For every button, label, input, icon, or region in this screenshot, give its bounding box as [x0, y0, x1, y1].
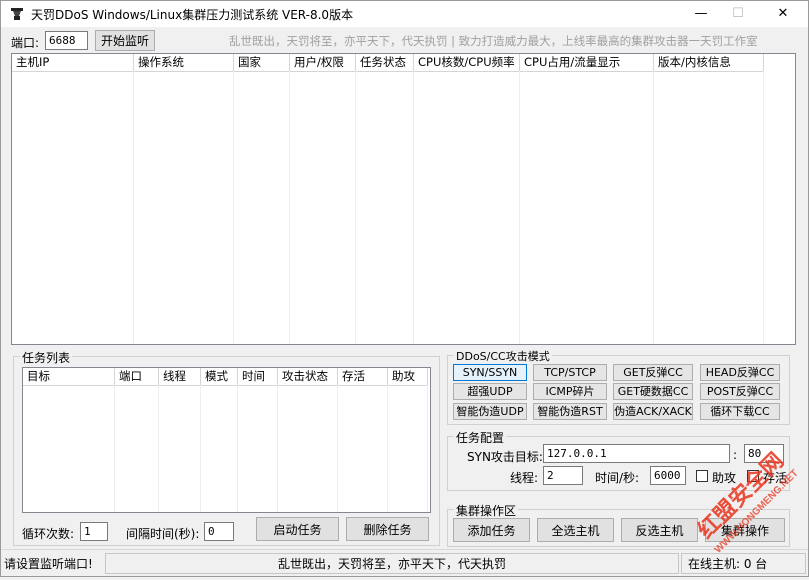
task-col-header[interactable]: 时间	[238, 368, 278, 385]
status-slogan: 乱世既出，天罚将至，亦平天下，代天执罚	[105, 553, 679, 574]
task-col-cells	[23, 385, 115, 512]
delete-task-button[interactable]: 删除任务	[346, 517, 429, 541]
attack-mode-button[interactable]: 智能伪造RST	[533, 403, 607, 420]
task-col-header[interactable]: 攻击状态	[278, 368, 338, 385]
task-col-cells	[388, 385, 428, 512]
status-message: 请设置监听端口!	[4, 557, 93, 571]
task-col-cells	[278, 385, 338, 512]
attack-mode-button[interactable]: 智能伪造UDP	[453, 403, 527, 420]
attack-mode-button[interactable]: HEAD反弹CC	[700, 364, 780, 381]
alive-label: 存活	[763, 471, 788, 485]
threads-label: 线程:	[510, 471, 539, 485]
task-col-header[interactable]: 端口	[115, 368, 159, 385]
hosts-table[interactable]: 主机IP 操作系统 国家 用户/权限 任务状态 CPU核数/CPU频率 CPU占用/流量显示…	[11, 53, 796, 345]
hosts-table-body	[12, 71, 764, 344]
hosts-col-header[interactable]: CPU占用/流量显示	[520, 54, 654, 71]
assist-label: 助攻	[712, 471, 737, 485]
hosts-col-header[interactable]: 任务状态	[356, 54, 414, 71]
close-button[interactable]: ✕	[763, 3, 803, 25]
start-listen-button[interactable]: 开始监听	[95, 30, 155, 51]
task-col-header[interactable]: 线程	[159, 368, 201, 385]
task-list-body	[23, 385, 428, 512]
hosts-col-cells	[654, 71, 764, 344]
time-label: 时间/秒:	[595, 471, 640, 485]
task-col-cells	[201, 385, 238, 512]
maximize-button[interactable]: ☐	[718, 3, 758, 25]
cluster-ops-legend: 集群操作区	[454, 502, 519, 519]
loop-count-label: 循环次数:	[22, 527, 75, 541]
hosts-col-cells	[414, 71, 520, 344]
alive-checkbox[interactable]	[747, 470, 759, 482]
interval-input[interactable]	[204, 522, 234, 541]
assist-checkbox[interactable]	[696, 470, 708, 482]
hosts-col-header[interactable]: 操作系统	[134, 54, 234, 71]
task-config-legend: 任务配置	[454, 429, 507, 446]
task-col-header[interactable]: 模式	[201, 368, 238, 385]
cluster-operation-button[interactable]: 集群操作	[705, 518, 785, 542]
target-label: SYN攻击目标:	[467, 450, 543, 464]
task-col-header[interactable]: 存活	[338, 368, 388, 385]
slogan-text: 乱世既出，天罚将至，亦平天下，代天执罚 | 致力打造威力最大，上线率最高的集群攻…	[229, 34, 758, 48]
threads-input[interactable]	[543, 466, 583, 485]
attack-mode-button[interactable]: 循环下载CC	[700, 403, 780, 420]
task-list-table[interactable]: 目标 端口 线程 模式 时间 攻击状态 存活 助攻	[22, 367, 431, 513]
hosts-col-header[interactable]: CPU核数/CPU频率	[414, 54, 520, 71]
time-input[interactable]	[650, 466, 686, 485]
online-hosts-count: 在线主机: 0 台	[681, 553, 806, 574]
task-col-header[interactable]: 助攻	[388, 368, 428, 385]
task-col-cells	[159, 385, 201, 512]
hosts-col-cells	[520, 71, 654, 344]
attack-mode-button[interactable]: 伪造ACK/XACK	[613, 403, 693, 420]
hosts-col-cells	[134, 71, 234, 344]
invert-select-hosts-button[interactable]: 反选主机	[621, 518, 698, 542]
task-col-cells	[115, 385, 159, 512]
title-bar[interactable]: 天罚DDoS Windows/Linux集群压力测试系统 VER-8.0版本 —…	[1, 1, 808, 27]
hosts-col-cells	[234, 71, 290, 344]
attack-mode-button[interactable]: ICMP碎片	[533, 383, 607, 400]
hosts-col-cells	[290, 71, 356, 344]
hosts-table-header: 主机IP 操作系统 国家 用户/权限 任务状态 CPU核数/CPU频率 CPU占用/流量显示…	[12, 54, 764, 72]
window-title: 天罚DDoS Windows/Linux集群压力测试系统 VER-8.0版本	[31, 8, 354, 22]
start-task-button[interactable]: 启动任务	[256, 517, 339, 541]
attack-mode-button[interactable]: GET反弹CC	[613, 364, 693, 381]
attack-modes-legend: DDoS/CC攻击模式	[454, 348, 552, 364]
hosts-col-header[interactable]: 用户/权限	[290, 54, 356, 71]
hosts-col-cells	[356, 71, 414, 344]
loop-count-input[interactable]	[80, 522, 108, 541]
task-col-cells	[338, 385, 388, 512]
target-port-input[interactable]	[744, 444, 784, 463]
hosts-col-cells	[12, 71, 134, 344]
hosts-col-header[interactable]: 版本/内核信息	[654, 54, 764, 71]
hosts-col-header[interactable]: 主机IP	[12, 54, 134, 71]
interval-label: 间隔时间(秒):	[126, 527, 200, 541]
select-all-hosts-button[interactable]: 全选主机	[537, 518, 614, 542]
status-bar: 请设置监听端口! 乱世既出，天罚将至，亦平天下，代天执罚 在线主机: 0 台	[1, 549, 808, 576]
app-logo-icon	[11, 8, 23, 20]
port-label: 端口:	[11, 36, 40, 50]
attack-mode-button[interactable]: SYN/SSYN	[453, 364, 527, 381]
attack-mode-button[interactable]: TCP/STCP	[533, 364, 607, 381]
attack-mode-button[interactable]: POST反弹CC	[700, 383, 780, 400]
hosts-col-header[interactable]: 国家	[234, 54, 290, 71]
task-col-cells	[238, 385, 278, 512]
task-list-legend: 任务列表	[20, 349, 73, 366]
add-task-button[interactable]: 添加任务	[453, 518, 530, 542]
attack-mode-button[interactable]: 超强UDP	[453, 383, 527, 400]
attack-mode-button[interactable]: GET硬数据CC	[613, 383, 693, 400]
target-input[interactable]	[543, 444, 730, 463]
task-col-header[interactable]: 目标	[23, 368, 115, 385]
port-input[interactable]	[45, 31, 88, 50]
task-list-header: 目标 端口 线程 模式 时间 攻击状态 存活 助攻	[23, 368, 428, 386]
target-port-separator: :	[733, 448, 738, 462]
minimize-button[interactable]: —	[681, 3, 721, 25]
